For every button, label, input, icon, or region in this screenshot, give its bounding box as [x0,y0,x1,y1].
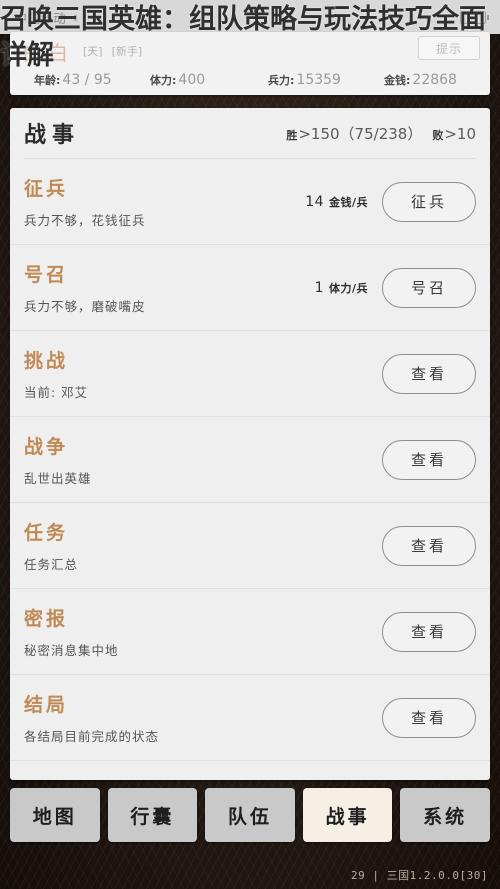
loss-value: >10 [444,124,476,143]
stat-stamina-label: 体力: [150,74,177,87]
player-name: 白白 [22,40,74,65]
nav-item-map[interactable]: 地图 [10,788,100,842]
row-action-group: 14 金钱/兵 征兵 [305,181,476,222]
row-action-group: 查看 [382,439,476,480]
row-action-group: 查看 [382,611,476,652]
loss-stat: 败 >10 [432,125,476,143]
row-cost-unit: 金钱/兵 [328,195,368,209]
carrier-label: 中国移动 [14,10,67,26]
row-title: 征兵 [24,178,69,200]
row-action-button[interactable]: 查看 [382,611,476,652]
wifi-icon: ◐ [72,8,82,26]
row-cost: 14 金钱/兵 [305,194,368,210]
list-item[interactable]: 号召 兵力不够，磨破嘴皮 1 体力/兵 号召 [10,245,490,331]
row-action-button[interactable]: 查看 [382,439,476,480]
battery-icon [460,10,489,24]
row-action-group: 1 体力/兵 号召 [315,267,476,308]
nav-button-group: 地图 行囊 队伍 战事 系统 [10,788,490,842]
row-title: 号召 [24,264,69,286]
row-description: 兵力不够，磨破嘴皮 [24,299,146,314]
nav-item-bag[interactable]: 行囊 [107,788,198,842]
list-item[interactable]: 结局 各结局目前完成的状态 查看 [10,675,490,761]
win-stat: 胜 >150（75/238） [286,123,422,144]
stat-troops-label: 兵力: [268,74,295,87]
war-panel-card: 战事 胜 >150（75/238） 败 >10 征兵 兵力不够，花钱征兵 14 … [10,108,490,780]
row-text-group: 任务 任务汇总 [24,518,78,573]
row-title: 任务 [24,522,69,544]
win-label: 胜 [286,128,298,142]
card-header: 战事 胜 >150（75/238） 败 >10 [10,108,490,158]
stat-stamina-value: 400 [178,72,206,88]
row-description: 当前: 邓艾 [24,385,89,400]
row-cost-unit: 体力/兵 [328,281,368,295]
row-text-group: 征兵 兵力不够，花钱征兵 [24,174,146,229]
row-action-button[interactable]: 查看 [382,525,476,566]
row-description: 乱世出英雄 [24,471,92,486]
bottom-navigation-bar: 地图 行囊 队伍 战事 系统 29 | 三国1.2.0.0[30] [0,780,500,889]
phone-status-bar: 中国移动 ◐ [0,0,500,34]
row-cost: 1 体力/兵 [315,280,368,296]
row-action-group: 查看 [382,697,476,738]
row-text-group: 号召 兵力不够，磨破嘴皮 [24,260,146,315]
win-value: >150（75/238） [298,124,423,143]
stat-money: 金钱: 22868 [384,72,457,88]
loss-label: 败 [432,128,444,142]
row-action-button[interactable]: 号召 [382,267,476,308]
page-title: 战事 [24,123,81,148]
stat-age-label: 年龄: [34,74,61,87]
player-stats-row: 年龄: 43 / 95 体力: 400 兵力: 15359 金钱: 22868 [10,68,490,92]
nav-item-war[interactable]: 战事 [302,788,393,842]
row-title: 战争 [24,436,69,458]
row-action-group: 查看 [382,525,476,566]
nav-item-system[interactable]: 系统 [400,788,490,842]
player-tag-1: [天] [83,45,103,58]
hint-button[interactable]: 提示 [418,36,480,60]
row-text-group: 密报 秘密消息集中地 [24,604,119,659]
row-action-button[interactable]: 查看 [382,353,476,394]
row-title: 密报 [24,608,69,630]
stat-money-value: 22868 [412,72,457,88]
player-tag-2: [新手] [111,45,143,58]
stat-troops-value: 15359 [296,72,341,88]
list-item[interactable]: 挑战 当前: 邓艾 查看 [10,331,490,417]
row-title: 挑战 [24,350,69,372]
row-action-group: 查看 [382,353,476,394]
stat-age-value: 43 / 95 [62,72,112,88]
list-item[interactable]: 密报 秘密消息集中地 查看 [10,589,490,675]
row-cost-number: 14 [305,193,325,210]
row-cost-number: 1 [314,279,325,296]
nav-item-team[interactable]: 队伍 [205,788,295,842]
player-header-panel: 白白 [天] [新手] 提示 年龄: 43 / 95 体力: 400 兵力: 1… [10,32,490,95]
status-bar-left: 中国移动 ◐ [14,8,81,27]
row-text-group: 挑战 当前: 邓艾 [24,346,88,401]
row-description: 兵力不够，花钱征兵 [24,213,146,228]
list-item[interactable]: 战争 乱世出英雄 查看 [10,417,490,503]
stat-stamina: 体力: 400 [150,72,205,88]
row-action-button[interactable]: 征兵 [382,181,476,222]
list-item[interactable]: 任务 任务汇总 查看 [10,503,490,589]
stat-age: 年龄: 43 / 95 [34,72,112,88]
stat-money-label: 金钱: [384,74,411,87]
player-identity-row: 白白 [天] [新手] [22,36,478,66]
list-item[interactable]: 征兵 兵力不够，花钱征兵 14 金钱/兵 征兵 [10,159,490,245]
row-description: 任务汇总 [24,557,79,572]
row-action-button[interactable]: 查看 [382,697,476,738]
win-loss-summary: 胜 >150（75/238） 败 >10 [286,123,476,144]
row-text-group: 战争 乱世出英雄 [24,432,92,487]
stat-troops: 兵力: 15359 [268,72,341,88]
status-bar-right [460,10,489,24]
row-text-group: 结局 各结局目前完成的状态 [24,690,159,745]
version-label: 29 | 三国1.2.0.0[30] [351,869,488,882]
row-description: 各结局目前完成的状态 [24,729,160,744]
row-description: 秘密消息集中地 [24,643,119,658]
row-title: 结局 [24,694,69,716]
